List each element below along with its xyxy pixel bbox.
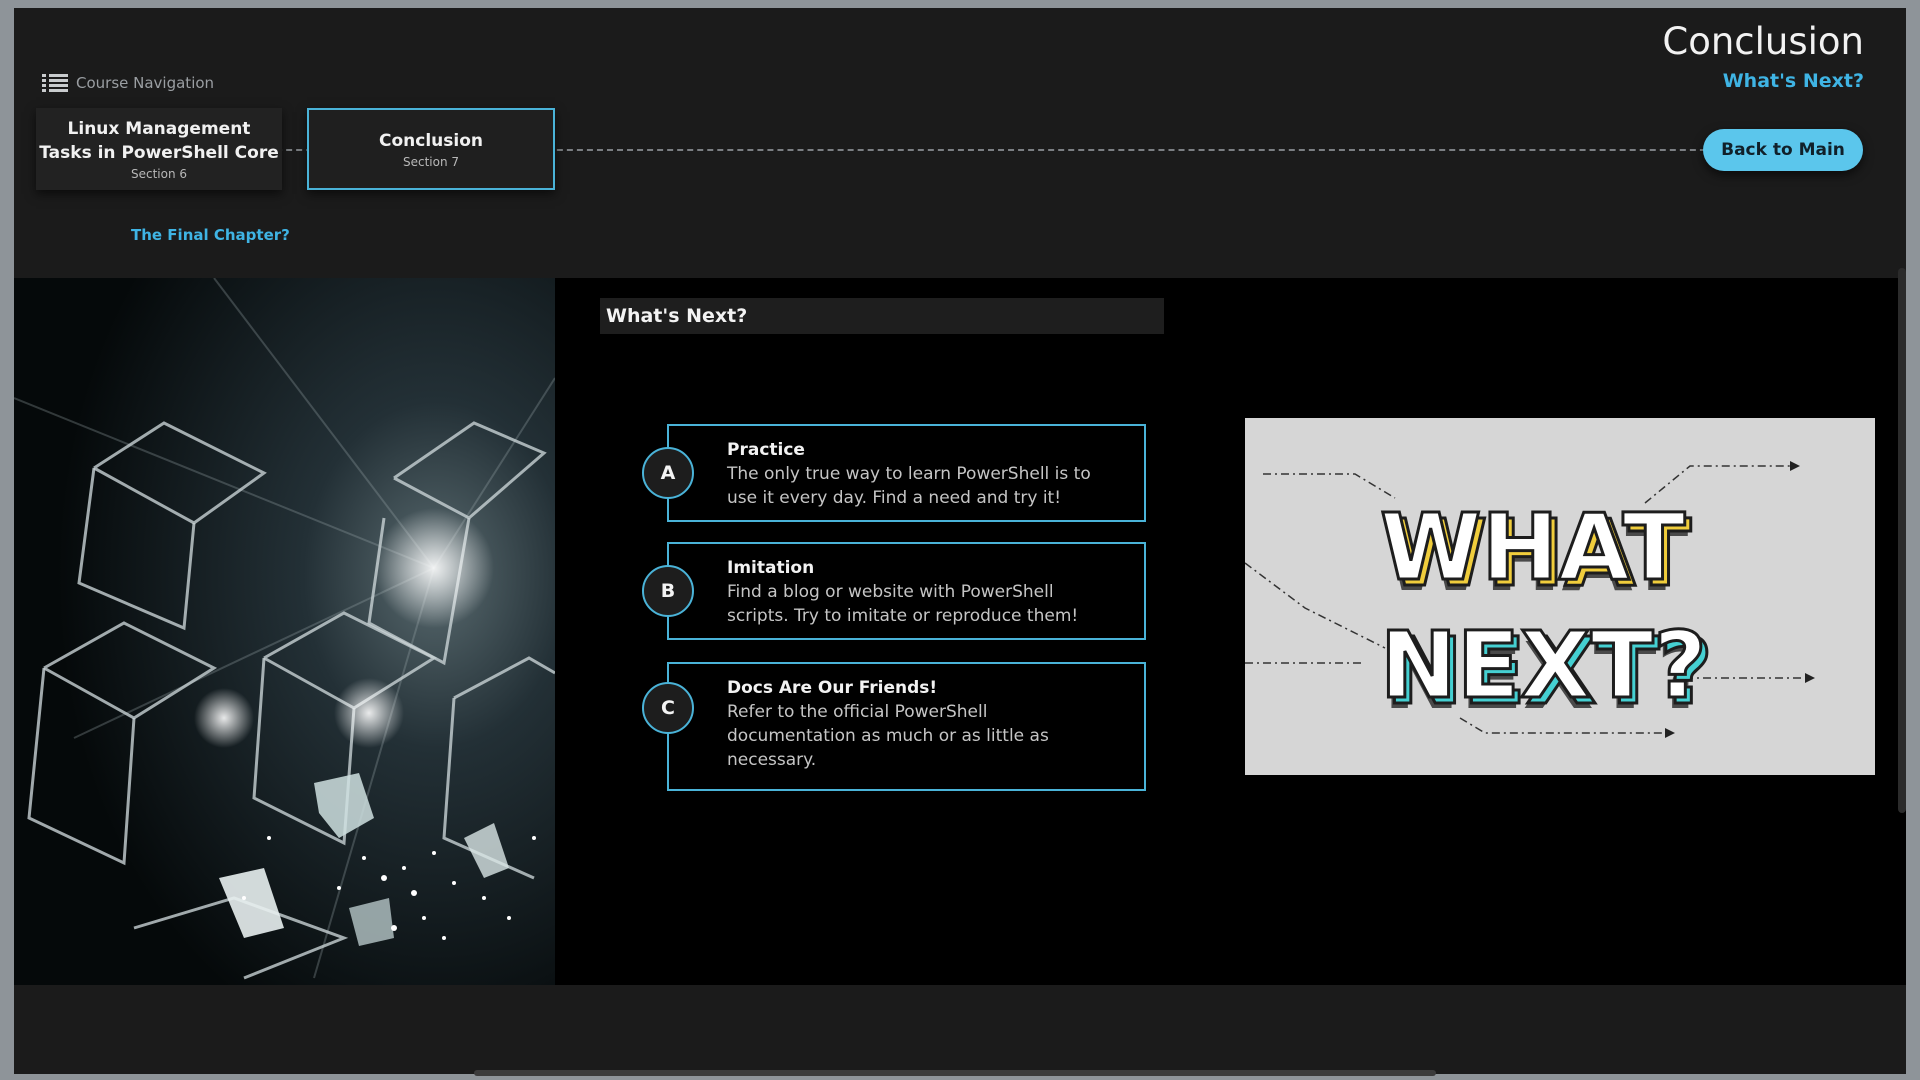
item-title: Practice xyxy=(727,440,805,460)
page-title: Conclusion xyxy=(1662,20,1864,63)
what-word: WHAT xyxy=(1380,494,1686,601)
course-navigation-label: Course Navigation xyxy=(76,74,215,92)
geometric-light-photo xyxy=(14,278,555,985)
item-text-line1: Find a blog or website with PowerShell xyxy=(727,582,1054,602)
item-title: Imitation xyxy=(727,558,815,578)
menu-list-icon xyxy=(42,74,68,92)
item-text-line2: use it every day. Find a need and try it… xyxy=(727,488,1062,508)
section-heading: What's Next? xyxy=(600,298,1164,334)
next-word: NEXT? xyxy=(1380,612,1707,719)
section-number: Section 6 xyxy=(130,167,188,181)
list-item-imitation: Imitation Find a blog or website with Po… xyxy=(667,542,1146,640)
item-text-line2: scripts. Try to imitate or reproduce the… xyxy=(727,606,1079,626)
section-title-line1: Linux Management xyxy=(67,119,251,139)
section-number: Section 7 xyxy=(402,155,460,169)
item-text-line1: The only true way to learn PowerShell is… xyxy=(727,464,1091,484)
section-title-line2: Tasks in PowerShell Core xyxy=(39,143,279,163)
item-badge-a: A xyxy=(642,447,694,499)
section-title: Conclusion xyxy=(379,131,483,151)
item-text-line1: Refer to the official PowerShell xyxy=(727,702,988,722)
item-text-line3: necessary. xyxy=(727,750,817,770)
lesson-content: What's Next? Practice The only true way … xyxy=(14,278,1906,985)
list-item-docs: Docs Are Our Friends! Refer to the offic… xyxy=(667,662,1146,791)
footer-area xyxy=(14,985,1906,1074)
what-next-illustration: WHAT NEXT? WHAT NEXT? WHAT NEXT? xyxy=(1245,418,1875,775)
item-text-line2: documentation as much or as little as xyxy=(727,726,1049,746)
course-navigation-toggle[interactable]: Course Navigation xyxy=(42,74,214,92)
back-to-main-button[interactable]: Back to Main xyxy=(1703,129,1863,171)
page-subtitle: What's Next? xyxy=(1722,70,1864,92)
item-title: Docs Are Our Friends! xyxy=(727,678,938,698)
list-item-practice: Practice The only true way to learn Powe… xyxy=(667,424,1146,522)
vertical-scrollbar[interactable] xyxy=(1898,268,1906,813)
final-chapter-link[interactable]: The Final Chapter? xyxy=(131,226,290,244)
course-window: Course Navigation Conclusion What's Next… xyxy=(14,8,1906,1076)
section-card-6[interactable]: Linux Management Tasks in PowerShell Cor… xyxy=(36,108,282,190)
course-header: Course Navigation Conclusion What's Next… xyxy=(14,8,1906,278)
item-badge-b: B xyxy=(642,565,694,617)
section-card-7[interactable]: Conclusion Section 7 xyxy=(307,108,555,190)
item-badge-c: C xyxy=(642,682,694,734)
horizontal-scrollbar[interactable] xyxy=(474,1070,1436,1076)
